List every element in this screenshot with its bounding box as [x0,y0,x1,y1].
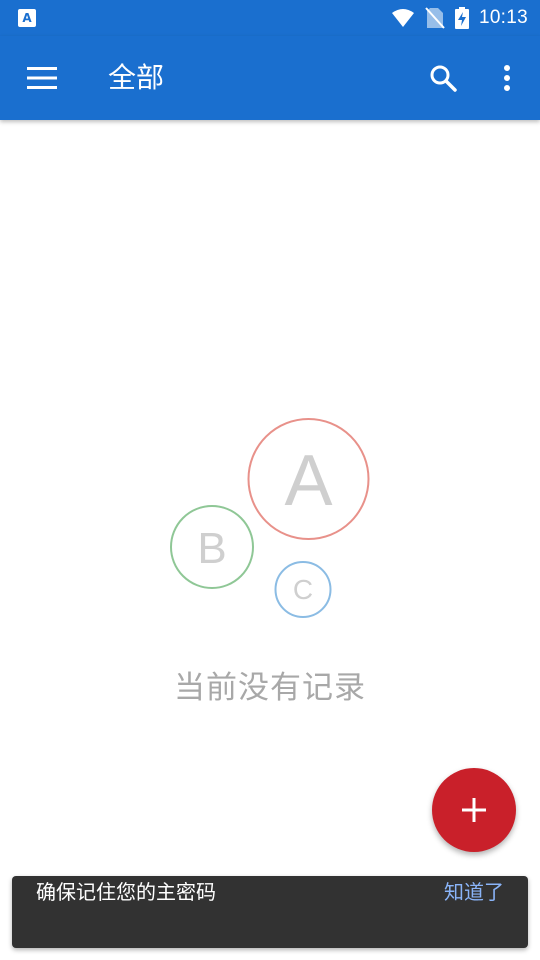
more-options-button[interactable] [484,56,530,100]
snackbar-message: 确保记住您的主密码 [36,880,216,904]
circle-a-letter: A [284,441,332,521]
empty-state-illustration: A B C [170,418,370,618]
wifi-icon [391,9,414,27]
menu-button[interactable] [18,58,66,98]
search-button[interactable] [420,56,466,100]
no-sim-icon [425,7,445,29]
search-icon [430,65,457,92]
app-bar: 全部 [0,36,540,120]
circle-b-letter: B [197,524,226,573]
circle-b: B [170,505,254,589]
plus-icon [462,798,486,822]
screen: A 10:13 全部 A B C 当前没有记录 确保记住您的主密码 知道了 [0,0,540,960]
empty-state-message: 当前没有记录 [174,670,366,706]
more-vert-icon [504,65,510,91]
battery-charging-icon [454,7,469,29]
snackbar-dismiss-button[interactable]: 知道了 [444,876,504,948]
snackbar: 确保记住您的主密码 知道了 [12,876,528,948]
menu-icon [27,67,57,89]
circle-c-letter: C [293,574,313,605]
app-notification-icon: A [18,9,36,27]
status-time: 10:13 [478,7,528,28]
circle-c: C [274,561,332,618]
status-icons: 10:13 [391,0,528,36]
page-title: 全部 [108,61,165,94]
status-bar: A 10:13 [0,0,540,36]
circle-a: A [247,418,370,540]
add-record-button[interactable] [432,768,516,852]
